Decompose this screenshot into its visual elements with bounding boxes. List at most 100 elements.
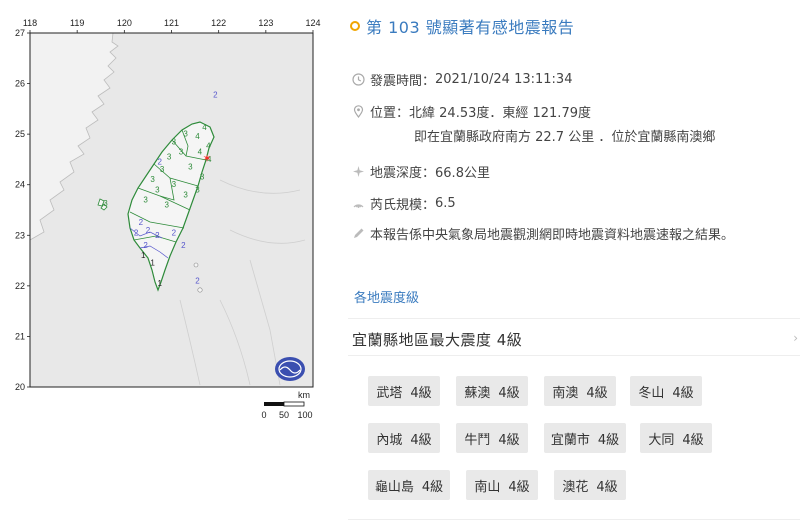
depth-value: 66.8公里 (435, 166, 490, 181)
intensity-mark: 3 (200, 173, 205, 182)
longitude-axis: 118 119 120 121 122 123 124 (23, 18, 321, 33)
station-level: 4級 (498, 385, 520, 401)
intensity-mark: 4 (195, 132, 200, 141)
intensity-mark: 3 (183, 190, 188, 199)
depth-row: 地震深度： 66.8公里 (352, 162, 490, 181)
depth-star-icon (352, 165, 365, 178)
location-detail: 即在宜蘭縣政府南方 22.7 公里 ．位於宜蘭縣南澳鄉 (414, 130, 716, 145)
title-bullet-icon (350, 21, 360, 31)
lat-tick-label: 25 (15, 129, 25, 139)
station-chip[interactable]: 南澳 4級 (544, 376, 616, 406)
scale-tick-100: 100 (297, 410, 312, 420)
intensity-mark: 2 (139, 218, 144, 227)
station-name: 大同 (648, 432, 675, 448)
intensity-mark: 2 (181, 241, 186, 250)
station-chip[interactable]: 宜蘭市 4級 (544, 423, 626, 453)
intensity-mark: 3 (172, 180, 177, 189)
station-level: 4級 (586, 385, 608, 401)
lat-tick-label: 22 (15, 281, 25, 291)
depth-label: 地震深度： (370, 166, 436, 181)
lat-tick-label: 20 (15, 382, 25, 392)
clock-icon (352, 73, 365, 86)
intensity-mark: 3 (172, 137, 177, 146)
station-level: 4級 (682, 432, 704, 448)
station-name: 武塔 (376, 385, 403, 401)
lon-tick-label: 118 (23, 18, 37, 28)
station-chip[interactable]: 龜山島 4級 (368, 470, 450, 500)
intensity-mark: 1 (157, 279, 162, 288)
epicenter-star-icon: ✶ (202, 152, 211, 165)
intensity-mark: 3 (103, 199, 108, 208)
intensity-mark: 3 (143, 195, 148, 204)
region-heading: 宜蘭縣地區最大震度 4級 (352, 331, 523, 349)
station-chip[interactable]: 武塔 4級 (368, 376, 440, 406)
lon-tick-label: 122 (211, 18, 226, 28)
region-heading-bar[interactable]: 宜蘭縣地區最大震度 4級 › (348, 318, 800, 356)
intensity-map-svg: 118 119 120 121 122 123 124 2726252423222120 2… (15, 18, 321, 420)
station-chip[interactable]: 內城 4級 (368, 423, 440, 453)
station-name: 宜蘭市 (550, 432, 590, 448)
intensity-mark: 3 (155, 185, 160, 194)
intensity-mark: 2 (157, 157, 162, 166)
station-name: 南澳 (552, 385, 579, 401)
station-level: 4級 (410, 385, 432, 401)
intensity-mark: 2 (134, 228, 139, 237)
intensity-mark: 4 (202, 123, 207, 132)
origin-time-row: 發震時間： 2021/10/24 13:11:34 (352, 70, 572, 89)
latitude-axis: 27 26 25 24 23 22 21 20 (15, 28, 30, 392)
lon-tick-label: 123 (258, 18, 273, 28)
station-chip[interactable]: 南山 4級 (466, 470, 538, 500)
station-level: 4級 (421, 479, 444, 495)
chevron-right-icon: › (793, 331, 798, 345)
station-chip[interactable]: 大同 4級 (640, 423, 712, 453)
lon-tick-label: 124 (305, 18, 320, 28)
station-level: 4級 (508, 479, 530, 495)
cwb-logo-icon (275, 357, 305, 381)
station-name: 牛鬥 (464, 432, 491, 448)
lat-tick-label: 24 (15, 180, 25, 190)
intensity-mark: 3 (195, 185, 200, 194)
intensity-mark: 3 (183, 130, 188, 139)
report-note: 本報告係中央氣象局地震觀測網即時地震資料地震速報之結果。 (370, 228, 735, 243)
station-name: 內城 (376, 432, 403, 448)
station-name: 蘇澳 (464, 385, 491, 401)
station-name: 澳花 (562, 479, 589, 495)
scale-unit: km (298, 390, 310, 400)
lat-tick-label: 26 (15, 79, 25, 89)
station-level: 4級 (498, 432, 520, 448)
station-level: 4級 (596, 479, 618, 495)
intensity-mark: 1 (141, 251, 146, 260)
intensity-mark: 4 (206, 141, 211, 150)
station-level: 4級 (597, 432, 620, 448)
station-level: 4級 (410, 432, 432, 448)
location-value: 北緯 24.53度．東經 121.79度 (409, 106, 591, 121)
earthquake-report: 第 103 號顯著有感地震報告 發震時間： 2021/10/24 13:11:3… (348, 0, 800, 529)
origin-time-value: 2021/10/24 13:11:34 (435, 72, 573, 87)
lat-tick-label: 23 (15, 230, 25, 240)
pencil-icon (352, 227, 365, 240)
location-pin-icon (352, 105, 365, 118)
location-row: 位置： 北緯 24.53度．東經 121.79度 (352, 102, 591, 121)
report-title: 第 103 號顯著有感地震報告 (366, 18, 575, 37)
location-label: 位置： (370, 106, 410, 121)
intensity-mark: 3 (188, 163, 193, 172)
wave-signal-icon (352, 197, 365, 210)
map-scale-bar: km 0 50 100 (261, 390, 312, 420)
station-chip[interactable]: 澳花 4級 (554, 470, 626, 500)
intensity-mark: 2 (172, 228, 177, 237)
lon-tick-label: 120 (117, 18, 132, 28)
intensity-mark: 3 (165, 200, 170, 209)
lat-tick-label: 21 (15, 331, 25, 341)
lon-tick-label: 119 (70, 18, 84, 28)
origin-time-label: 發震時間： (370, 74, 436, 89)
note-row: 本報告係中央氣象局地震觀測網即時地震資料地震速報之結果。 (352, 224, 734, 243)
intensity-map: 118 119 120 121 122 123 124 27 26 25 24 23 22 21 20 2… (0, 0, 330, 529)
intensity-mark: 1 (150, 259, 155, 268)
station-chip[interactable]: 冬山 4級 (630, 376, 702, 406)
intensity-mark: 2 (155, 231, 160, 240)
station-chip[interactable]: 牛鬥 4級 (456, 423, 528, 453)
station-chip[interactable]: 蘇澳 4級 (456, 376, 528, 406)
lat-tick-label: 27 (15, 28, 25, 38)
intensity-mark: 2 (195, 276, 200, 285)
intensity-mark: 2 (213, 91, 218, 100)
